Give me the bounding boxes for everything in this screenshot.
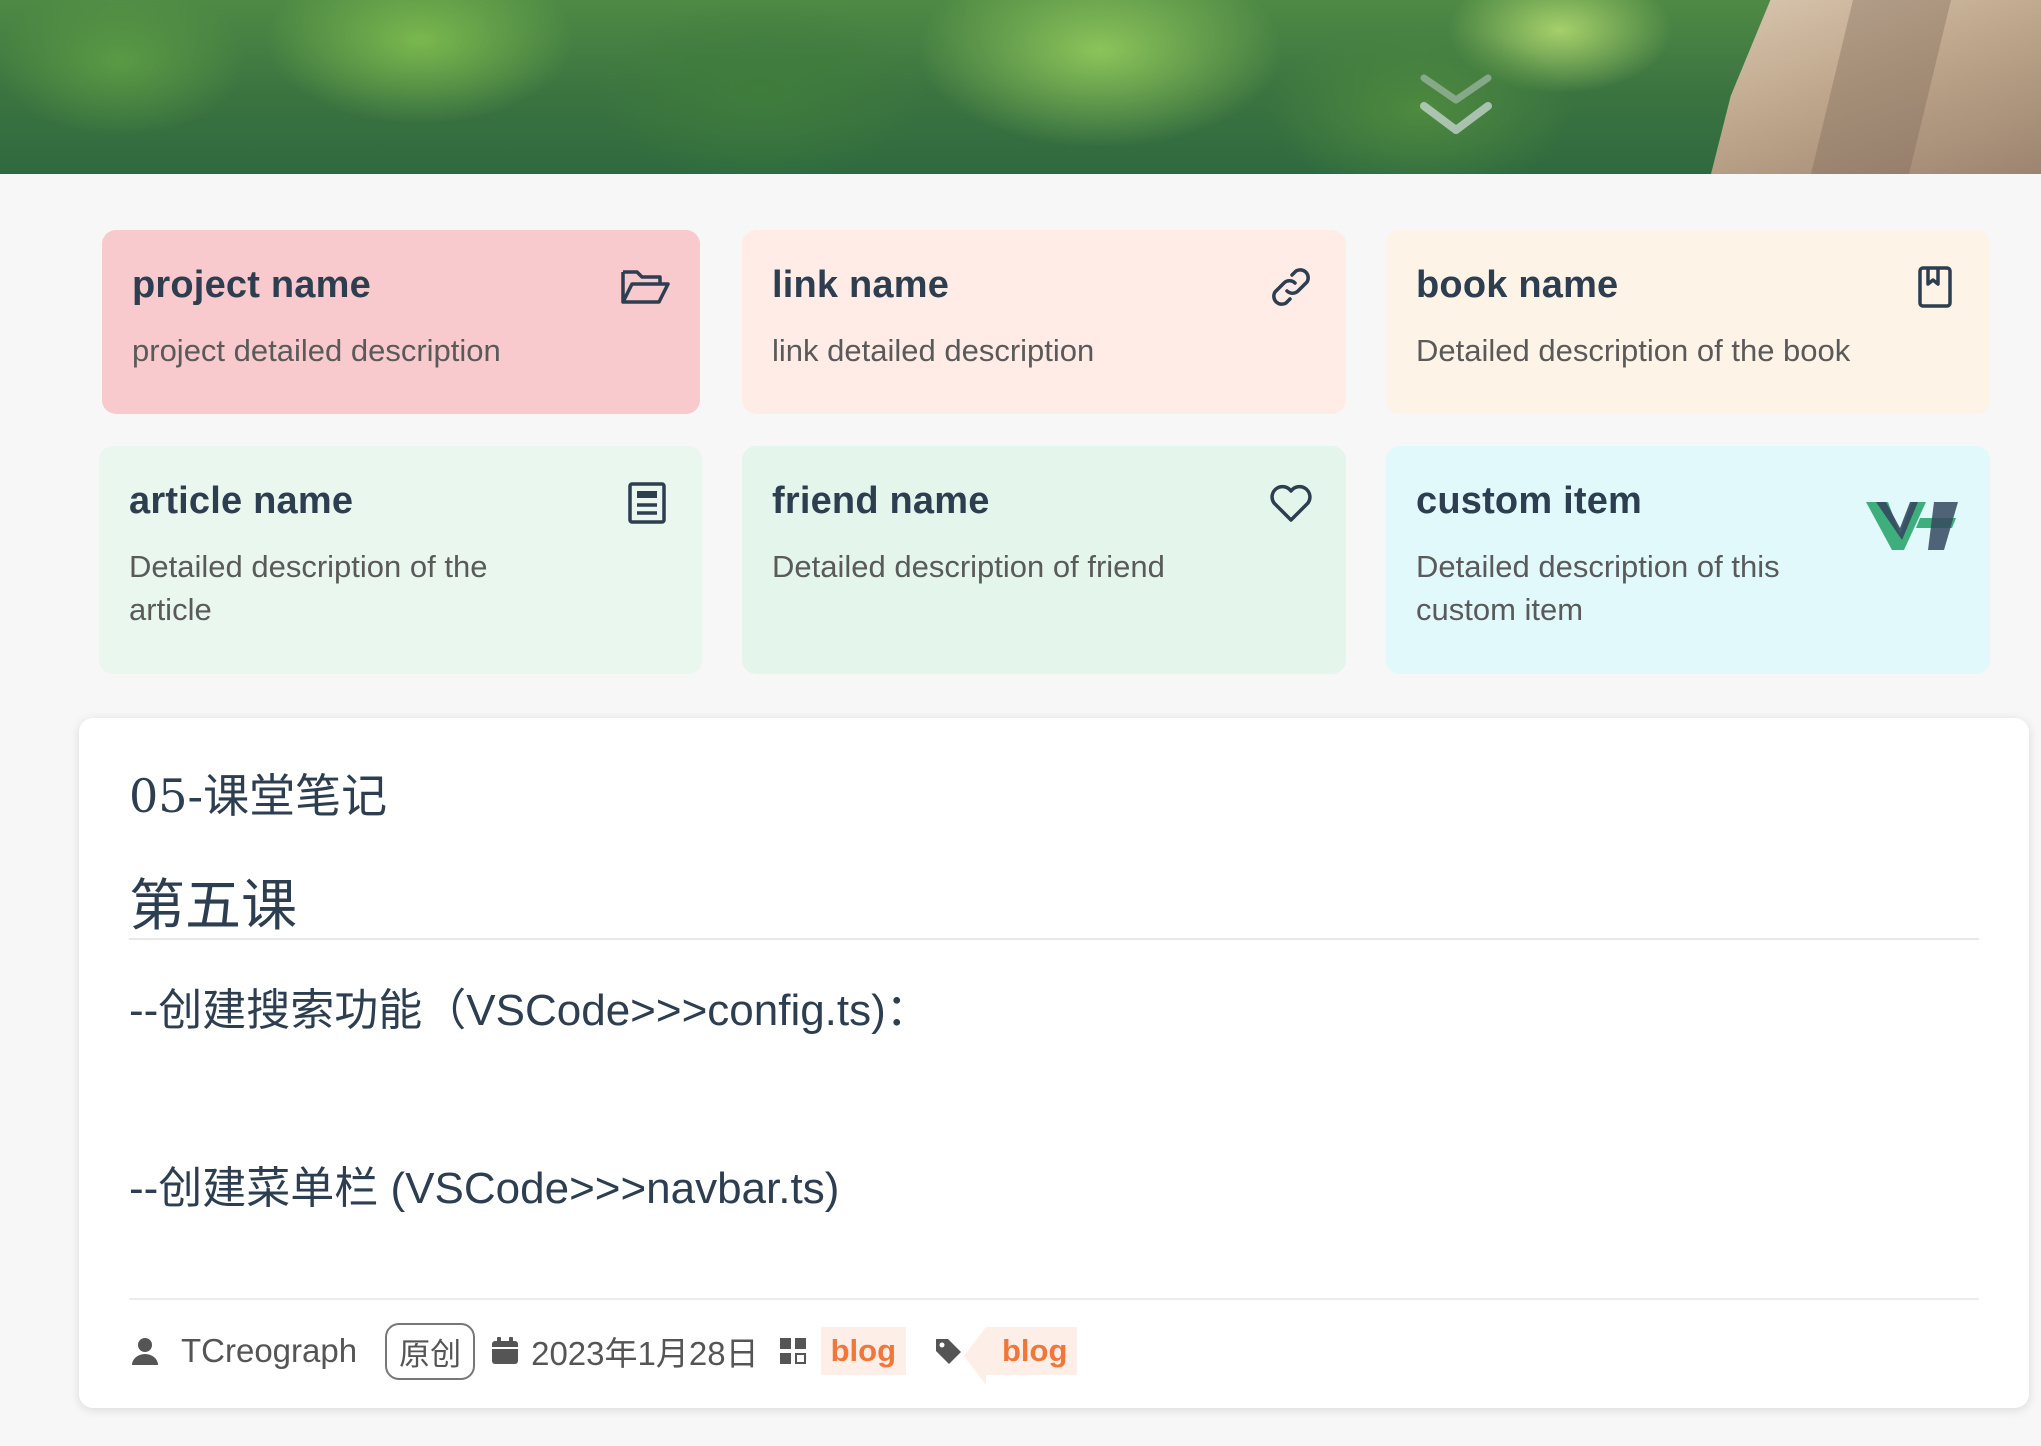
article-card[interactable]: 05-课堂笔记 第五课 --创建搜索功能（VSCode>>>config.ts)… xyxy=(79,718,2029,1408)
card-description: Detailed description of friend xyxy=(772,549,1165,584)
page: project name project detailed descriptio… xyxy=(0,0,2041,1446)
card-title: book name xyxy=(1416,264,1619,306)
author-icon xyxy=(132,1338,158,1365)
category-tag[interactable]: blog xyxy=(820,1327,906,1375)
heading-divider xyxy=(129,938,1979,940)
feature-card-friend[interactable]: friend name Detailed description of frie… xyxy=(742,446,1346,674)
publish-date: 2023年1月28日 xyxy=(531,1335,759,1372)
article-text-line: --创建菜单栏 (VSCode>>>navbar.ts) xyxy=(129,1164,840,1213)
article-heading: 第五课 xyxy=(129,874,297,937)
heart-icon xyxy=(1270,484,1312,522)
feature-card-link[interactable]: link name link detailed description xyxy=(742,230,1346,414)
article-title[interactable]: 05-课堂笔记 xyxy=(129,760,387,826)
feature-card-project[interactable]: project name project detailed descriptio… xyxy=(102,230,700,414)
scroll-down-chevron-icon[interactable] xyxy=(1418,70,1494,142)
article-text-line: --创建搜索功能（VSCode>>>config.ts)： xyxy=(129,986,930,1035)
card-description: project detailed description xyxy=(132,333,501,368)
card-description: Detailed description of the book xyxy=(1416,333,1851,368)
bookmark-book-icon xyxy=(1918,266,1952,308)
card-description: link detailed description xyxy=(772,333,1095,368)
feature-card-article[interactable]: article name Detailed description of the… xyxy=(99,446,702,674)
article-icon xyxy=(628,482,666,524)
category-icon xyxy=(779,1338,806,1364)
card-title: link name xyxy=(772,264,950,306)
card-description: Detailed description of this custom item xyxy=(1416,549,1780,627)
author-name[interactable]: TCreograph xyxy=(181,1332,357,1370)
card-title: friend name xyxy=(772,480,990,522)
feature-card-book[interactable]: book name Detailed description of the bo… xyxy=(1386,230,1990,414)
feature-card-custom[interactable]: custom item Detailed description of this… xyxy=(1386,446,1990,674)
link-icon xyxy=(1272,268,1310,306)
card-title: article name xyxy=(129,480,354,522)
vuepress-hope-logo-icon xyxy=(1866,502,1958,550)
card-description: Detailed description of the article xyxy=(129,549,488,627)
article-tag[interactable]: blog xyxy=(963,1327,1078,1385)
hero-banner-image xyxy=(0,0,2041,174)
card-title: project name xyxy=(132,264,371,306)
article-meta-bar: TCreograph 原创 2023年1月28日 blog blog xyxy=(129,1322,1078,1385)
folder-open-icon xyxy=(621,270,670,304)
calendar-icon xyxy=(492,1337,519,1364)
original-badge: 原创 xyxy=(385,1322,476,1380)
footer-divider xyxy=(129,1298,1979,1300)
tag-icon xyxy=(936,1339,961,1364)
